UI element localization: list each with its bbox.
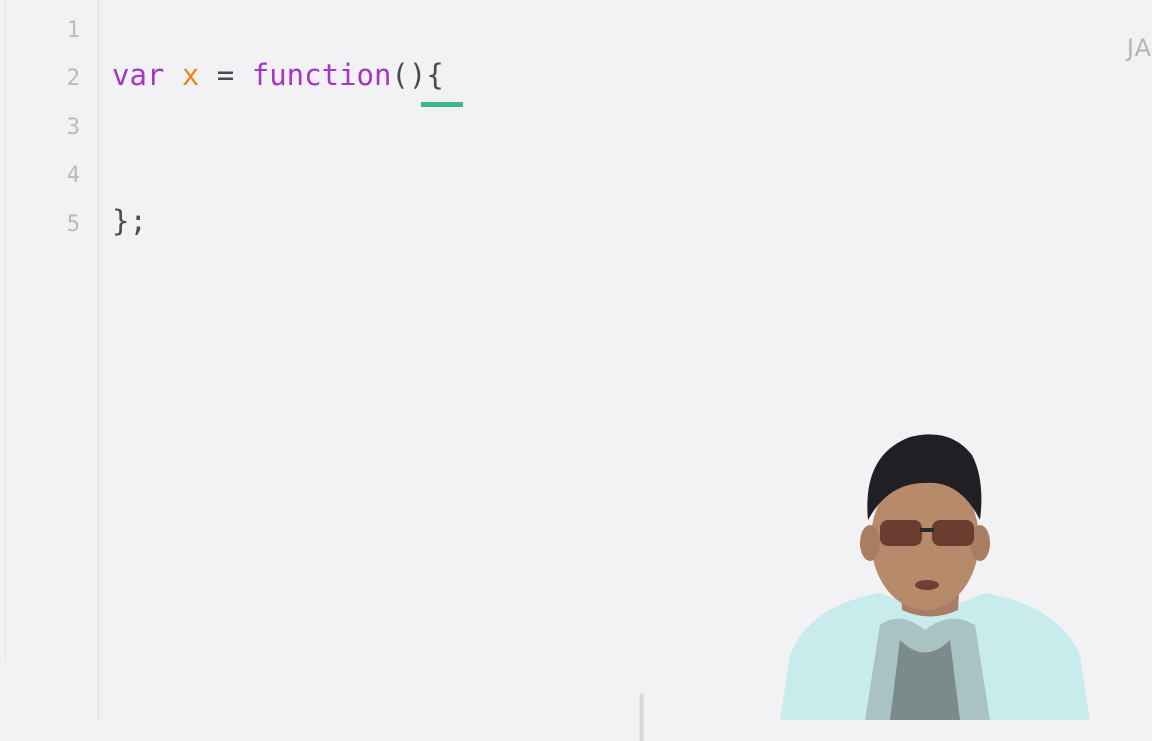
- close-brace: }: [112, 204, 130, 238]
- line-number: 2: [66, 66, 80, 91]
- identifier-x: x: [181, 58, 200, 92]
- line-number: 4: [66, 163, 80, 188]
- presenter-webcam-overlay-icon: [780, 434, 1090, 720]
- language-label: JA: [1126, 34, 1152, 62]
- code-editor[interactable]: 1 2 3 4 5 var x = function(){ }; JA ▏: [0, 0, 1152, 741]
- code-line-5[interactable]: };: [112, 203, 147, 239]
- keyword-function: function: [251, 58, 392, 92]
- open-brace: {: [426, 58, 444, 92]
- watermark-fragment: ▏: [640, 695, 671, 741]
- bracket-match-underline: [421, 102, 463, 107]
- keyword-var: var: [112, 58, 165, 92]
- parentheses: (): [391, 58, 427, 92]
- line-number-gutter: 1 2 3 4 5: [6, 0, 98, 720]
- assignment-operator: =: [216, 58, 235, 92]
- semicolon: ;: [129, 204, 147, 238]
- line-number: 5: [66, 212, 80, 237]
- gutter-divider: [98, 0, 99, 720]
- code-line-2[interactable]: var x = function(){: [112, 57, 444, 93]
- line-number: 1: [66, 18, 80, 43]
- line-number: 3: [66, 115, 80, 140]
